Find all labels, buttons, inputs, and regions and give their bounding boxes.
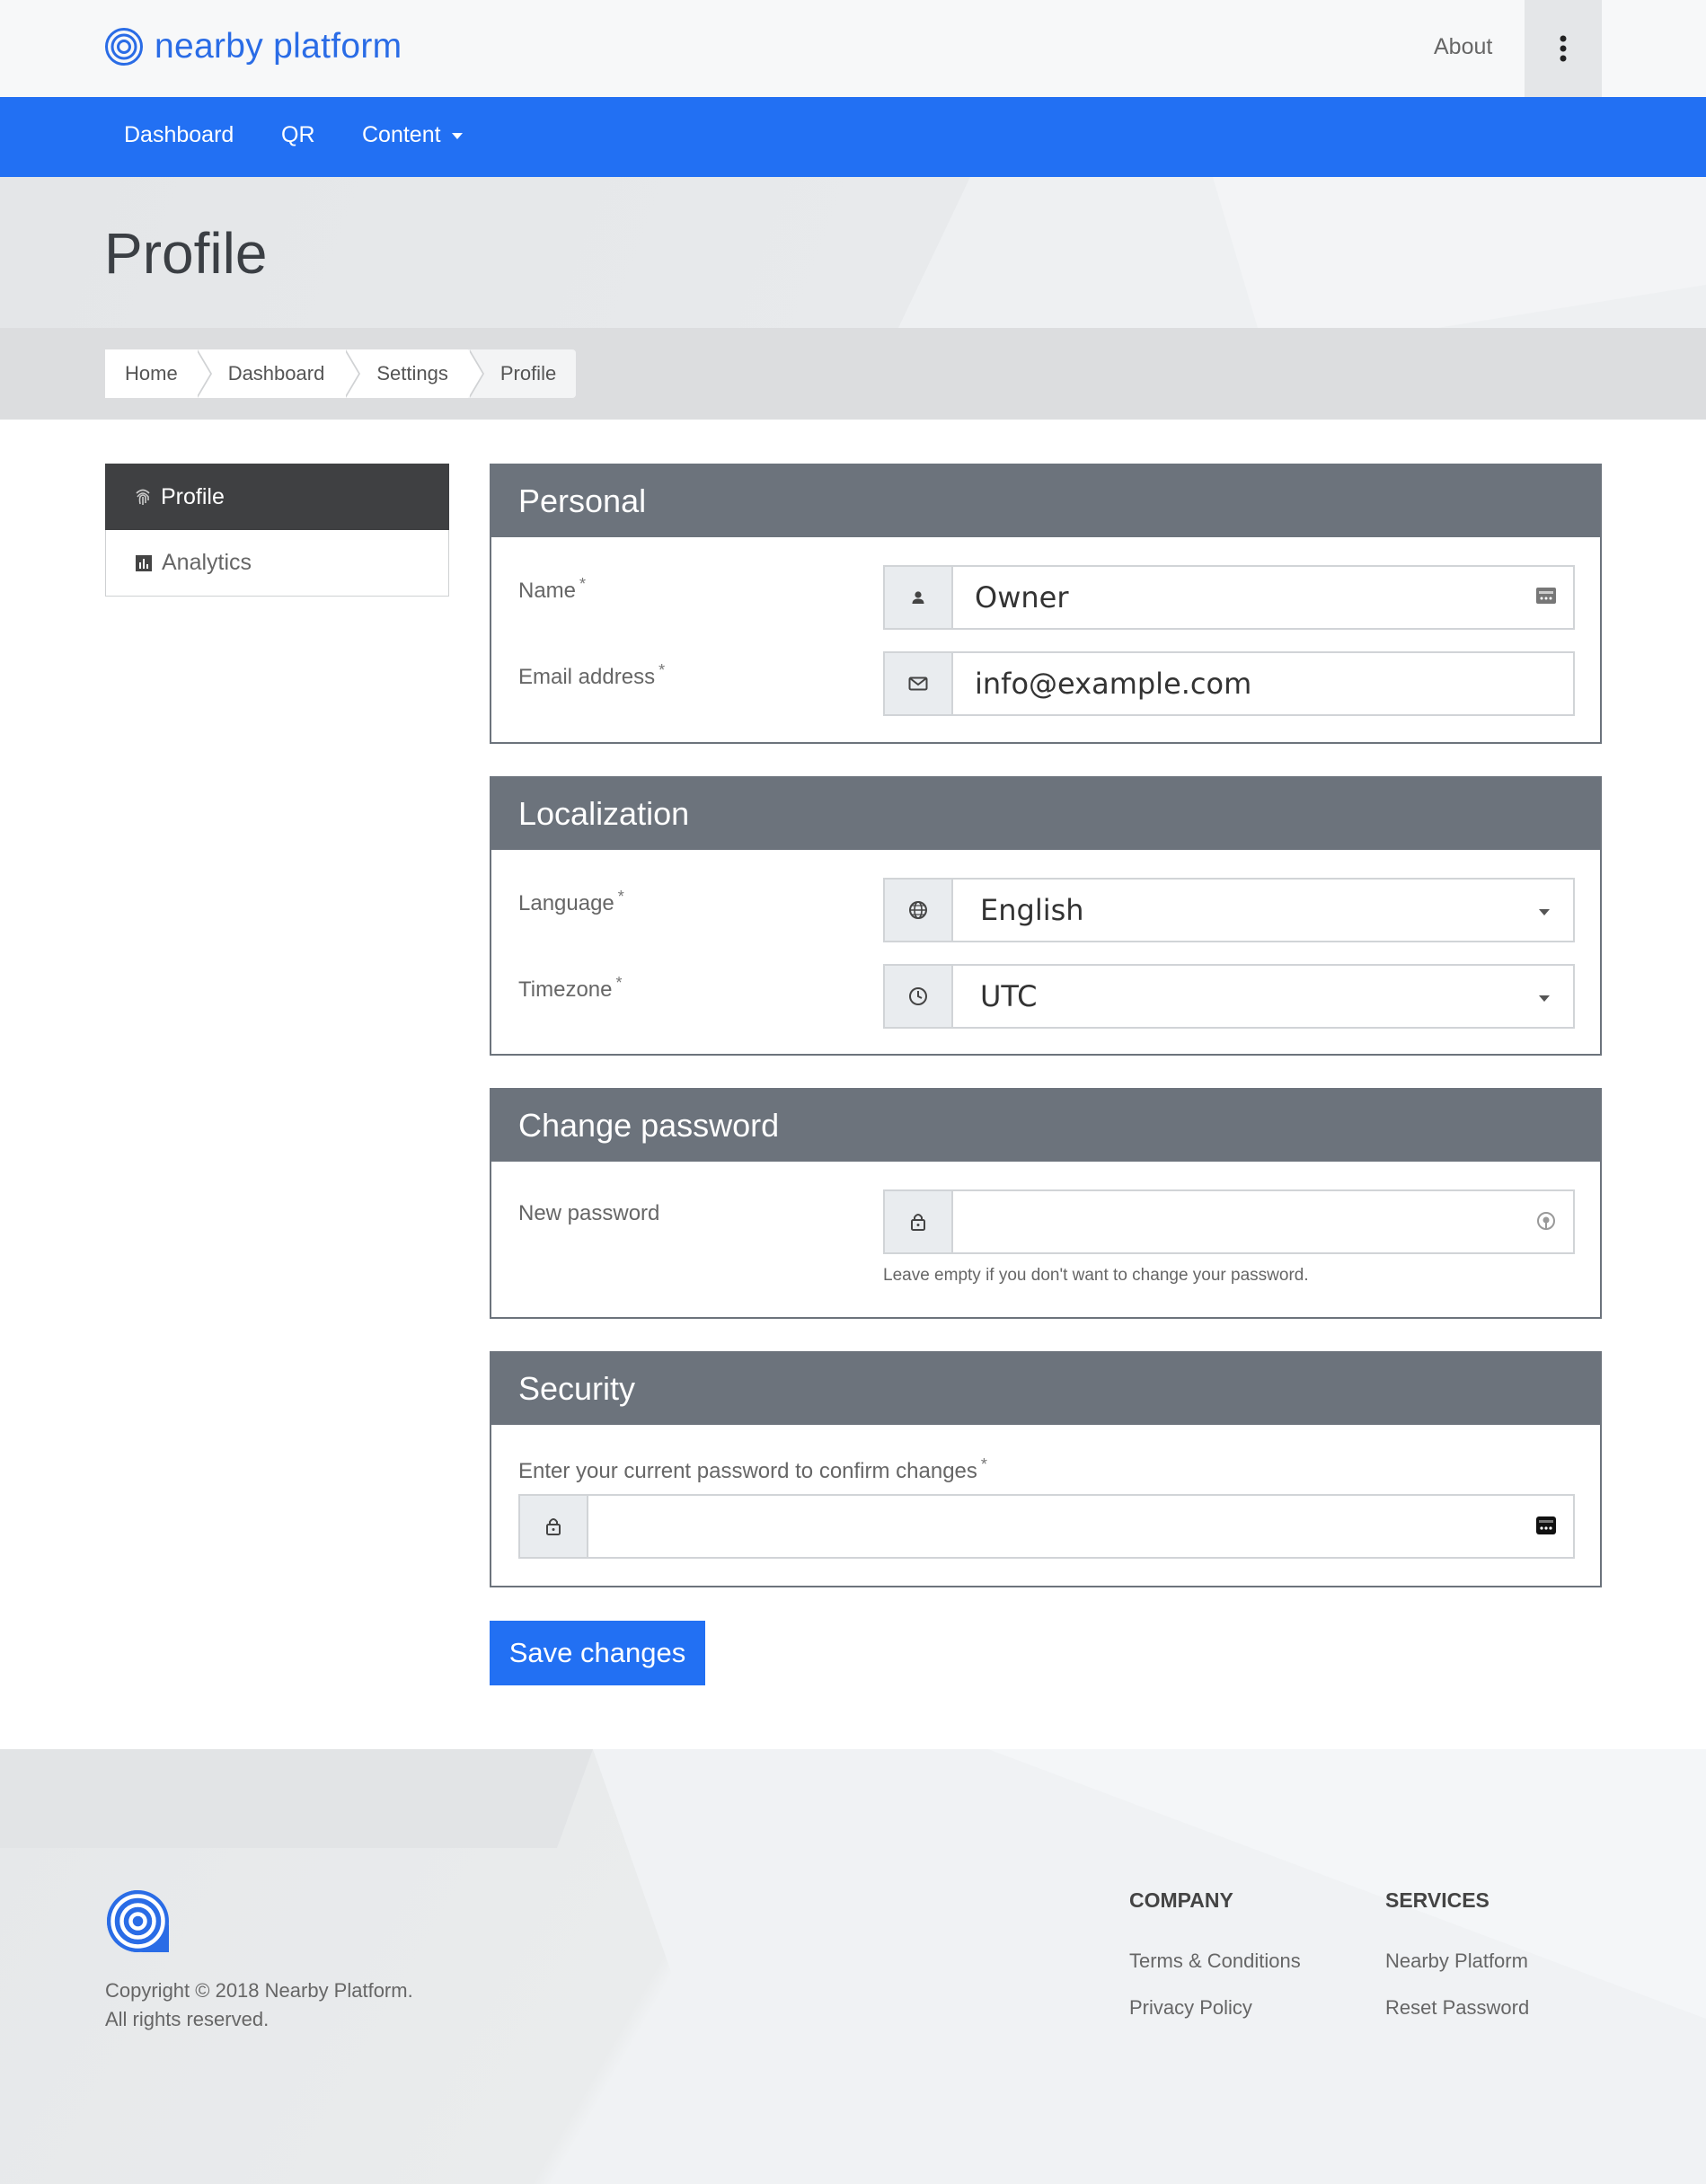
- language-label: Language *: [518, 888, 624, 915]
- page-header: Profile: [0, 177, 1706, 328]
- settings-sidebar: Profile Analytics: [105, 464, 449, 597]
- security-panel: Security Enter your current password to …: [490, 1351, 1602, 1587]
- footer-link-terms[interactable]: Terms & Conditions: [1129, 1950, 1301, 1973]
- timezone-value[interactable]: UTC: [953, 966, 1573, 1027]
- new-password-label: New password: [518, 1201, 660, 1225]
- panel-title: Change password: [491, 1090, 1600, 1162]
- nav-qr[interactable]: QR: [281, 122, 315, 148]
- footer-logo-icon: [107, 1890, 169, 1952]
- save-button[interactable]: Save changes: [490, 1621, 705, 1685]
- breadcrumb-dashboard[interactable]: Dashboard: [195, 349, 361, 398]
- timezone-select[interactable]: UTC: [883, 964, 1575, 1029]
- breadcrumb-home[interactable]: Home: [105, 349, 212, 398]
- new-password-field[interactable]: [883, 1189, 1575, 1254]
- breadcrumb-profile: Profile: [467, 349, 577, 398]
- footer-link-nearby-platform[interactable]: Nearby Platform: [1385, 1950, 1528, 1973]
- panel-title: Security: [491, 1353, 1600, 1425]
- panel-title: Localization: [491, 778, 1600, 850]
- panel-title: Personal: [491, 465, 1600, 537]
- footer-company-heading: COMPANY: [1129, 1888, 1233, 1912]
- breadcrumb-settings[interactable]: Settings: [344, 349, 484, 398]
- password-help-text: Leave empty if you don't want to change …: [883, 1266, 1309, 1285]
- timezone-label: Timezone *: [518, 974, 623, 1002]
- logo-text: nearby platform: [155, 27, 402, 66]
- about-link[interactable]: About: [1434, 34, 1492, 60]
- language-select[interactable]: English: [883, 878, 1575, 942]
- caret-down-icon: [451, 132, 463, 139]
- kebab-menu-icon: [1560, 35, 1567, 62]
- breadcrumb-label: Settings: [376, 362, 448, 385]
- footer-link-reset-password[interactable]: Reset Password: [1385, 1996, 1529, 2020]
- email-label: Email address *: [518, 661, 666, 689]
- clock-icon: [885, 966, 953, 1027]
- footer-services-heading: SERVICES: [1385, 1888, 1489, 1912]
- new-password-input[interactable]: [953, 1191, 1573, 1252]
- envelope-icon: [885, 653, 953, 714]
- autofill-icon[interactable]: [1535, 1516, 1557, 1535]
- lock-icon: [520, 1496, 588, 1557]
- top-bar: nearby platform About: [0, 0, 1706, 97]
- current-password-field[interactable]: [518, 1494, 1575, 1559]
- bar-chart-icon: [136, 554, 152, 571]
- email-field[interactable]: info@example.com: [883, 651, 1575, 716]
- change-password-panel: Change password New password Leave empty…: [490, 1088, 1602, 1319]
- breadcrumb-label: Profile: [499, 362, 557, 385]
- name-field[interactable]: Owner: [883, 565, 1575, 630]
- chevron-down-icon: [1539, 995, 1550, 1002]
- lock-icon: [885, 1191, 953, 1252]
- chevron-down-icon: [1539, 909, 1550, 915]
- globe-icon: [885, 880, 953, 941]
- breadcrumb-label: Home: [125, 362, 178, 385]
- user-icon: [885, 567, 953, 628]
- current-password-label: Enter your current password to confirm c…: [518, 1455, 987, 1483]
- logo[interactable]: nearby platform: [104, 27, 402, 66]
- nav-content-dropdown[interactable]: Content: [362, 122, 463, 148]
- name-label: Name *: [518, 575, 587, 603]
- fingerprint-icon: [136, 489, 150, 505]
- sidebar-item-profile[interactable]: Profile: [105, 464, 449, 530]
- more-menu-button[interactable]: [1525, 0, 1602, 97]
- copyright-line: All rights reserved.: [105, 2008, 270, 2030]
- name-input[interactable]: Owner: [953, 567, 1573, 628]
- email-input[interactable]: info@example.com: [953, 653, 1573, 714]
- personal-panel: Personal Name * Owner Email address * info…: [490, 464, 1602, 744]
- sidebar-item-analytics[interactable]: Analytics: [105, 530, 449, 597]
- sidebar-item-label: Analytics: [162, 550, 252, 575]
- copyright-line: Copyright © 2018 Nearby Platform.: [105, 1979, 413, 2002]
- sidebar-item-label: Profile: [161, 483, 225, 509]
- main-nav: Dashboard QR Content: [0, 97, 1706, 177]
- breadcrumb: Home Dashboard Settings Profile: [105, 349, 577, 398]
- breadcrumb-label: Dashboard: [227, 362, 325, 385]
- language-value[interactable]: English: [953, 880, 1573, 941]
- page-title: Profile: [104, 221, 268, 286]
- footer-link-privacy[interactable]: Privacy Policy: [1129, 1996, 1252, 2020]
- key-icon[interactable]: [1535, 1211, 1557, 1233]
- nav-content-label: Content: [362, 122, 441, 147]
- nav-dashboard[interactable]: Dashboard: [124, 122, 234, 148]
- nearby-logo-icon: [105, 28, 143, 66]
- autofill-icon[interactable]: [1535, 587, 1557, 605]
- current-password-input[interactable]: [588, 1496, 1573, 1557]
- localization-panel: Localization Language * English Timezone *…: [490, 776, 1602, 1056]
